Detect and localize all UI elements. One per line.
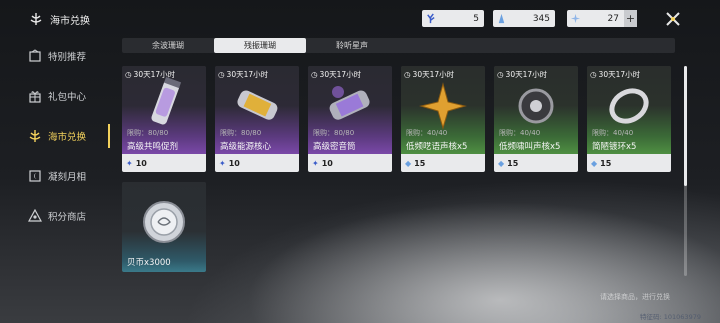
countdown-timer: ◷ 30天17小时 (311, 69, 361, 80)
countdown-timer: ◷ 30天17小时 (590, 69, 640, 80)
purchase-limit: 限购：80/80 (313, 129, 355, 137)
sidebar-item-recommend[interactable]: 特别推荐 (0, 36, 118, 76)
scrollbar-thumb[interactable] (684, 66, 687, 186)
page-title-text: 海市兑换 (50, 15, 90, 27)
moon-icon (29, 170, 41, 182)
purchase-limit: 限购：40/40 (592, 129, 634, 137)
item-name: 高级密音筒 (313, 142, 356, 152)
sidebar-item-label: 海市兑换 (48, 132, 87, 143)
item-name: 高级能源核心 (220, 142, 272, 152)
price-value: 10 (321, 158, 333, 168)
countdown-timer: ◷ 30天17小时 (125, 69, 175, 80)
sidebar-item-exchange[interactable]: 海市兑换 (0, 116, 118, 156)
item-name: 高级共鸣促剂 (127, 142, 179, 152)
exchange-icon (29, 130, 41, 142)
price-tag: ◆ 15 (401, 154, 485, 172)
shop-item-card[interactable]: ◷ 30天17小时 限购：80/80 高级共鸣促剂 ✦ 10 (122, 66, 206, 172)
currency-value: 345 (532, 13, 550, 24)
item-name: 简陋镀环x5 (592, 142, 637, 152)
item-name: 贝币x3000 (127, 258, 171, 268)
sidebar-item-moon[interactable]: 凝刻月相 (0, 156, 118, 196)
clock-icon: ◷ (311, 70, 318, 79)
countdown-text: 30天17小时 (412, 70, 455, 79)
currency-value: 27 (607, 13, 619, 24)
tab-oscillated-coral[interactable]: 残振珊瑚 (214, 38, 306, 53)
shop-item-card[interactable]: ◷ 30天17小时 限购：80/80 高级密音筒 ✦ 10 (308, 66, 392, 172)
clock-icon: ◷ (218, 70, 225, 79)
sidebar-item-gift[interactable]: 礼包中心 (0, 76, 118, 116)
shop-item-card[interactable]: ◷ 30天17小时 限购：40/40 低频呓语声核x5 ◆ 15 (401, 66, 485, 172)
shop-item-card[interactable]: ◷ 30天17小时 限购：40/40 简陋镀环x5 ◆ 15 (587, 66, 671, 172)
clock-icon: ◷ (590, 70, 597, 79)
crystal-icon: ◆ (498, 158, 505, 168)
countdown-text: 30天17小时 (598, 70, 641, 79)
sidebar-item-label: 特别推荐 (48, 52, 87, 63)
shop-item-card[interactable]: ◷ 30天17小时 限购：80/80 高级能源核心 ✦ 10 (215, 66, 299, 172)
top-bar: 海市兑换 5 345 27 + (0, 0, 720, 36)
tab-aftershock-coral[interactable]: 余波珊瑚 (122, 38, 214, 53)
currency-coral[interactable]: 5 (422, 10, 484, 27)
purchase-limit: 限购：40/40 (406, 129, 448, 137)
add-currency-button[interactable]: + (624, 10, 637, 27)
close-button[interactable] (664, 10, 682, 28)
points-icon (28, 209, 42, 222)
countdown-timer: ◷ 30天17小时 (497, 69, 547, 80)
sidebar-item-label: 礼包中心 (48, 92, 87, 103)
gift-icon (29, 91, 41, 103)
purchase-limit: 限购：80/80 (127, 129, 169, 137)
close-icon (666, 12, 680, 26)
scrollbar[interactable] (684, 66, 687, 276)
coral-icon (422, 10, 438, 27)
currency-value: 5 (473, 13, 479, 24)
currency-star-crystal[interactable]: 27 + (567, 10, 637, 27)
countdown-timer: ◷ 30天17小时 (404, 69, 454, 80)
countdown-timer: ◷ 30天17小时 (218, 69, 268, 80)
crystal-icon: ◆ (591, 158, 598, 168)
exchange-icon (30, 13, 42, 25)
star-crystal-icon (567, 10, 583, 27)
coral-icon: ✦ (126, 158, 133, 168)
price-tag: ◆ 15 (587, 154, 671, 172)
price-value: 15 (600, 158, 612, 168)
countdown-text: 30天17小时 (505, 70, 548, 79)
price-tag: ◆ 15 (494, 154, 578, 172)
sidebar-item-label: 积分商店 (48, 212, 87, 223)
category-tabs: 余波珊瑚 残振珊瑚 聆听星声 (122, 38, 675, 53)
purchase-limit: 限购：80/80 (220, 129, 262, 137)
clock-icon: ◷ (404, 70, 411, 79)
uid-text: 特征码: 101063979 (640, 313, 701, 321)
currency-crystal[interactable]: 345 (493, 10, 555, 27)
countdown-text: 30天17小时 (226, 70, 269, 79)
item-name: 低频啸叫声核x5 (499, 142, 561, 152)
shop-item-card[interactable]: 贝币x3000 (122, 182, 206, 272)
price-value: 10 (135, 158, 147, 168)
tab-listen-star[interactable]: 聆听星声 (306, 38, 398, 53)
shop-item-card[interactable]: ◷ 30天17小时 限购：40/40 低频啸叫声核x5 ◆ 15 (494, 66, 578, 172)
price-value: 15 (414, 158, 426, 168)
sidebar-item-label: 凝刻月相 (48, 172, 87, 183)
recommend-icon (29, 49, 41, 62)
coral-icon: ✦ (219, 158, 226, 168)
sidebar: 特别推荐 礼包中心 海市兑换 凝刻月相 积分商店 (0, 36, 118, 236)
price-tag: ✦ 10 (308, 154, 392, 172)
price-tag: ✦ 10 (122, 154, 206, 172)
countdown-text: 30天17小时 (133, 70, 176, 79)
page-title: 海市兑换 (28, 11, 90, 27)
coral-icon: ✦ (312, 158, 319, 168)
crystal-icon (493, 10, 509, 27)
purchase-limit: 限购：40/40 (499, 129, 541, 137)
crystal-icon: ◆ (405, 158, 412, 168)
hint-text: 请选择商品，进行兑换 (600, 293, 670, 301)
sidebar-item-points[interactable]: 积分商店 (0, 196, 118, 236)
price-value: 15 (507, 158, 519, 168)
item-name: 低频呓语声核x5 (406, 142, 468, 152)
price-value: 10 (228, 158, 240, 168)
clock-icon: ◷ (497, 70, 504, 79)
price-tag: ✦ 10 (215, 154, 299, 172)
clock-icon: ◷ (125, 70, 132, 79)
countdown-text: 30天17小时 (319, 70, 362, 79)
